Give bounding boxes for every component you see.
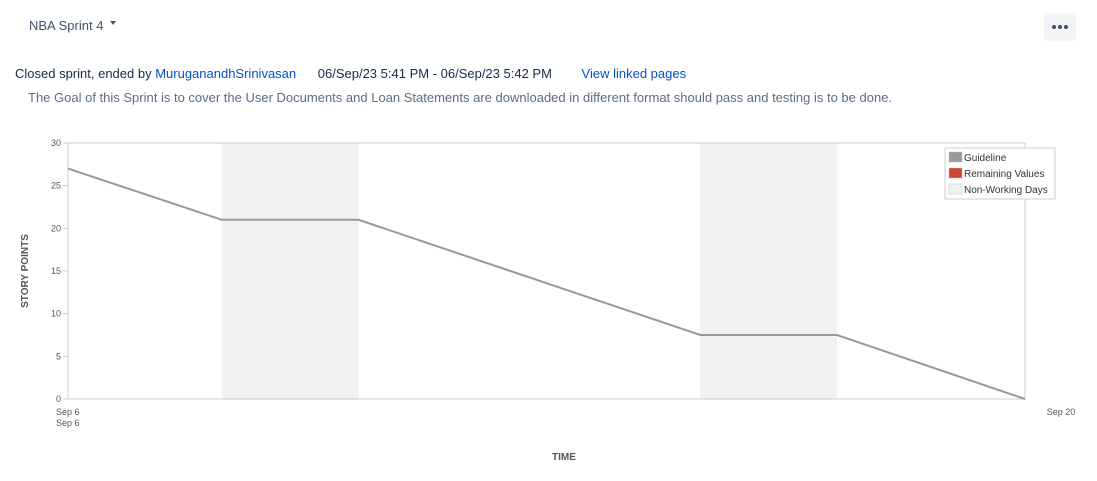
x-axis-title: TIME: [552, 452, 576, 463]
legend-label: Guideline: [964, 153, 1007, 164]
non-working-day-band: [700, 143, 838, 399]
y-tick-label: 0: [56, 394, 61, 404]
x-tick-label: Sep 6: [56, 407, 80, 417]
non-working-day-band: [221, 143, 359, 399]
burndown-chart: 0 5 10 15 20 25 30 Sep 6Sep 6 Sep 20 TIME STORY PO…: [20, 138, 1076, 463]
legend-label: Remaining Values: [964, 169, 1044, 180]
x-tick-label: Sep 20: [1047, 407, 1076, 417]
non-working-days-legend-swatch: [948, 183, 963, 195]
y-axis-title: STORY POINTS: [20, 234, 31, 308]
legend-label: Non-Working Days: [964, 185, 1048, 196]
burndown-report: NBA Sprint 4 Closed sprint, ended by Mur…: [0, 0, 1097, 481]
y-tick-label: 10: [51, 309, 61, 319]
x-tick-label: Sep 6: [56, 418, 80, 428]
remaining-values-legend-swatch: [948, 167, 963, 179]
guideline-legend-swatch: [948, 151, 963, 163]
y-tick-label: 20: [51, 223, 61, 233]
y-tick-label: 25: [51, 181, 61, 191]
y-tick-label: 15: [51, 266, 61, 276]
y-tick-label: 5: [56, 351, 61, 361]
y-tick-label: 30: [51, 138, 61, 148]
plot-area-border: [67, 142, 1026, 400]
guideline-series-line: [67, 167, 1026, 400]
